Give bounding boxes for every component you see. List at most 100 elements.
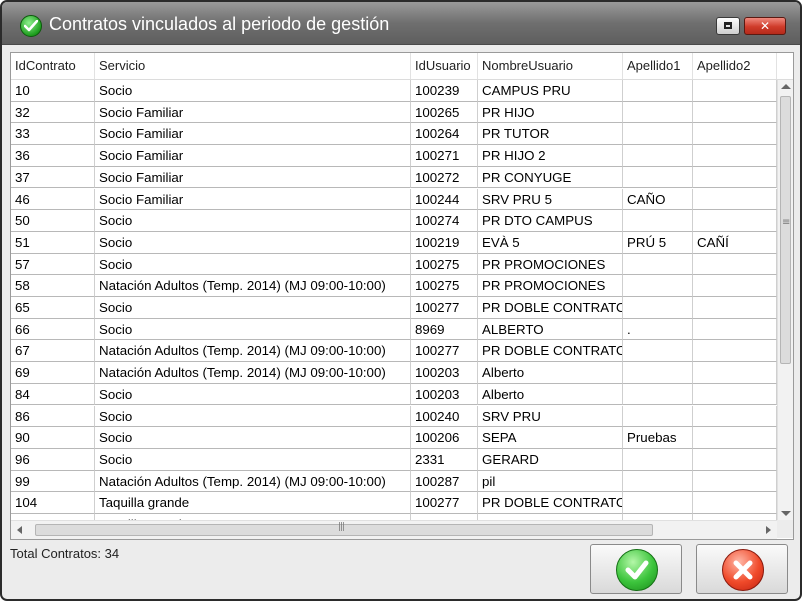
accept-button[interactable] [590, 544, 682, 594]
header-col-nombreusuario[interactable]: NombreUsuario [478, 53, 623, 79]
cell-col-nombreusuario: PR DOBLE CONTRATO [478, 297, 623, 319]
table-row[interactable]: 104 Taquilla grande 100277 PR DOBLE CONTRAT… [11, 492, 777, 514]
vertical-scrollbar[interactable] [777, 80, 793, 520]
table-row[interactable]: 65 Socio 100277 PR DOBLE CONTRATO [11, 297, 777, 319]
cell-col-servicio: Taquilla grande [95, 492, 411, 514]
table-row[interactable]: 36 Socio Familiar 100271 PR HIJO 2 [11, 145, 777, 167]
header-col-apellido1[interactable]: Apellido1 [623, 53, 693, 79]
table-row[interactable]: 84 Socio 100203 Alberto [11, 383, 777, 406]
cell-col-servicio: Socio [95, 231, 411, 254]
cell-col-idusuario: 100203 [411, 383, 478, 406]
scroll-up-icon[interactable] [781, 84, 791, 89]
cell-col-nombreusuario: PR HIJO 2 [478, 145, 623, 167]
cell-col-idcontrato: 36 [11, 145, 95, 167]
grid-header: IdContrato Servicio IdUsuario NombreUsuario… [11, 53, 793, 80]
cell-col-apellido2: CAÑÍ [693, 231, 777, 254]
header-col-servicio[interactable]: Servicio [95, 53, 411, 79]
cell-col-apellido1 [623, 448, 693, 471]
cell-col-idcontrato: 90 [11, 427, 95, 449]
cell-col-idcontrato: 10 [11, 80, 95, 102]
cell-col-idusuario: 100203 [411, 362, 478, 384]
cell-col-apellido2 [693, 448, 777, 471]
check-circle-icon [20, 15, 42, 37]
cell-col-apellido2 [693, 188, 777, 211]
vertical-scroll-thumb[interactable] [780, 96, 791, 364]
close-button[interactable]: ✕ [744, 17, 786, 35]
cell-col-apellido2 [693, 123, 777, 146]
cell-col-servicio: Socio [95, 297, 411, 319]
cell-col-servicio: Socio [95, 405, 411, 428]
table-row[interactable]: 90 Socio 100206 SEPA Pruebas [11, 427, 777, 449]
table-row[interactable]: 99 Natación Adultos (Temp. 2014) (MJ 09:0… [11, 470, 777, 493]
table-row[interactable]: 50 Socio 100274 PR DTO CAMPUS [11, 210, 777, 232]
table-row[interactable]: 51 Socio 100219 EVÀ 5 PRÚ 5 CAÑÍ [11, 231, 777, 254]
scroll-left-icon[interactable] [17, 526, 22, 534]
cancel-button[interactable] [696, 544, 788, 594]
table-row[interactable]: 10 Socio 100239 CAMPUS PRU [11, 80, 777, 102]
cell-col-apellido1: CAÑO [623, 188, 693, 211]
header-col-idcontrato[interactable]: IdContrato [11, 53, 95, 79]
cell-col-nombreusuario: PR DOBLE CONTRATO [478, 340, 623, 363]
table-row[interactable]: 67 Natación Adultos (Temp. 2014) (MJ 09:0… [11, 340, 777, 363]
cell-col-idcontrato: 51 [11, 231, 95, 254]
title-bar[interactable]: Contratos vinculados al periodo de gesti… [2, 2, 800, 45]
table-row[interactable]: 46 Socio Familiar 100244 SRV PRU 5 CAÑO [11, 188, 777, 211]
cell-col-servicio: Natación Adultos (Temp. 2014) (MJ 09:00-… [95, 340, 411, 363]
cell-col-nombreusuario: GERARD [478, 448, 623, 471]
cell-col-idcontrato: 86 [11, 405, 95, 428]
table-row[interactable]: 58 Natación Adultos (Temp. 2014) (MJ 09:0… [11, 275, 777, 297]
cell-col-apellido1: Pruebas [623, 427, 693, 449]
table-row[interactable]: 96 Socio 2331 GERARD [11, 448, 777, 471]
cell-col-servicio: Socio Familiar [95, 101, 411, 124]
cell-col-servicio: Socio [95, 318, 411, 341]
horizontal-scrollbar[interactable] [11, 520, 777, 539]
cell-col-apellido2 [693, 101, 777, 124]
cell-col-apellido2 [693, 427, 777, 449]
cell-col-idusuario: 100244 [411, 188, 478, 211]
restore-button[interactable] [716, 17, 740, 35]
check-icon [616, 549, 658, 591]
table-row[interactable]: 33 Socio Familiar 100264 PR TUTOR [11, 123, 777, 146]
table-row[interactable]: 86 Socio 100240 SRV PRU [11, 405, 777, 428]
cell-col-servicio: Socio [95, 448, 411, 471]
scroll-right-icon[interactable] [766, 526, 771, 534]
cell-col-idusuario: 100277 [411, 492, 478, 514]
horizontal-scroll-thumb[interactable] [35, 522, 653, 536]
cell-col-nombreusuario: SRV PRU 5 [478, 188, 623, 211]
contracts-grid[interactable]: IdContrato Servicio IdUsuario NombreUsuario… [10, 52, 794, 540]
table-row[interactable]: 57 Socio 100275 PR PROMOCIONES [11, 253, 777, 276]
cell-col-apellido1 [623, 123, 693, 146]
cell-col-nombreusuario: SEPA [478, 427, 623, 449]
header-col-idusuario[interactable]: IdUsuario [411, 53, 478, 79]
table-row[interactable]: 69 Natación Adultos (Temp. 2014) (MJ 09:0… [11, 362, 777, 384]
cell-col-apellido1 [623, 340, 693, 363]
cell-col-nombreusuario: pil [478, 470, 623, 493]
cell-col-idusuario: 100274 [411, 210, 478, 232]
cell-col-apellido1 [623, 383, 693, 406]
cell-col-nombreusuario: SRV PRU [478, 405, 623, 428]
header-col-apellido2[interactable]: Apellido2 [693, 53, 777, 79]
cell-col-servicio: Socio [95, 210, 411, 232]
cell-col-nombreusuario: PR TUTOR [478, 123, 623, 146]
cell-col-servicio: Natación Adultos (Temp. 2014) (MJ 09:00-… [95, 470, 411, 493]
cell-col-apellido1: PRÚ 5 [623, 231, 693, 254]
cell-col-nombreusuario: PR PROMOCIONES [478, 275, 623, 297]
cell-col-apellido1 [623, 145, 693, 167]
cell-col-apellido1 [623, 80, 693, 102]
cell-col-idcontrato: 99 [11, 470, 95, 493]
scroll-down-icon[interactable] [781, 511, 791, 516]
cell-col-apellido1 [623, 210, 693, 232]
cell-col-apellido2 [693, 340, 777, 363]
table-row[interactable]: 37 Socio Familiar 100272 PR CONYUGE [11, 166, 777, 189]
window-title: Contratos vinculados al periodo de gesti… [49, 14, 390, 34]
cell-col-apellido2 [693, 210, 777, 232]
cell-col-idusuario: 100265 [411, 101, 478, 124]
table-row[interactable]: 66 Socio 8969 ALBERTO. [11, 318, 777, 341]
table-row[interactable]: 32 Socio Familiar 100265 PR HIJO [11, 101, 777, 124]
x-icon [722, 549, 764, 591]
cell-col-servicio: Natación Adultos (Temp. 2014) (MJ 09:00-… [95, 362, 411, 384]
cell-col-nombreusuario: PR HIJO [478, 101, 623, 124]
cell-col-servicio: Socio Familiar [95, 166, 411, 189]
cell-col-apellido1 [623, 297, 693, 319]
cell-col-apellido2 [693, 297, 777, 319]
